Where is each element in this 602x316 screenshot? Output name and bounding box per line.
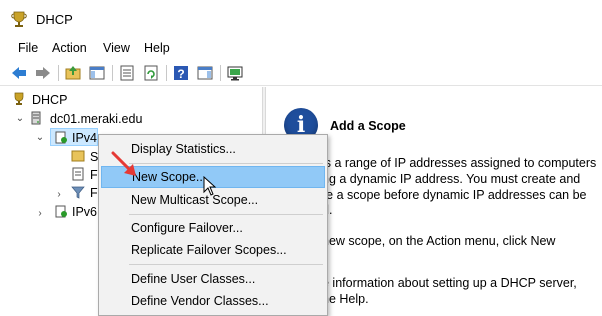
instruction-line: new scope, on the Action menu, click New [322,234,556,248]
help-info-line: e information about setting up a DHCP se… [322,276,577,290]
menu-bar: File Action View Help [0,36,602,60]
show-hide-tree-icon[interactable] [88,64,106,82]
add-scope-heading: Add a Scope [330,119,406,133]
menu-item-replicate-failover-scopes[interactable]: Replicate Failover Scopes... [101,239,325,261]
dhcp-trophy-icon [14,92,24,105]
help-info-line: he Help. [322,292,369,306]
menu-file[interactable]: File [18,41,38,55]
forward-arrow-icon[interactable] [34,64,52,82]
description-line: ng a dynamic IP address. You must create… [322,172,581,186]
window-title: DHCP [36,12,73,27]
title-bar: DHCP [0,0,602,36]
policies-icon [72,167,84,181]
menu-separator [129,214,323,215]
collapse-chevron-icon[interactable]: ⌄ [35,132,45,143]
monitor-icon[interactable] [226,64,244,82]
server-options-icon [71,150,85,162]
properties-icon[interactable] [118,64,136,82]
description-line: re a scope before dynamic IP addresses c… [322,188,587,202]
tree-item-ipv6[interactable]: IPv6 [72,203,97,221]
menu-separator [129,264,323,265]
description-line: is a range of IP addresses assigned to c… [322,156,597,170]
back-arrow-icon[interactable] [10,64,28,82]
tree-item-dhcp[interactable]: DHCP [32,91,67,109]
expand-chevron-icon[interactable]: › [54,189,64,200]
menu-separator [129,163,323,164]
menu-item-define-vendor-classes[interactable]: Define Vendor Classes... [101,290,325,312]
expand-chevron-icon[interactable]: › [35,208,45,219]
help-icon[interactable]: ? [172,64,190,82]
ipv4-node-icon [55,131,67,144]
ipv6-node-icon [55,205,67,218]
toolbar: ? [0,60,602,86]
refresh-icon[interactable] [142,64,160,82]
menu-help[interactable]: Help [144,41,170,55]
tree-item-filters[interactable]: F [90,184,98,202]
tree-item-server[interactable]: dc01.meraki.edu [50,110,142,128]
collapse-chevron-icon[interactable]: ⌄ [15,113,25,124]
server-icon [31,111,41,125]
menu-item-define-user-classes[interactable]: Define User Classes... [101,268,325,290]
tree-item-policies[interactable]: F [90,166,98,184]
filters-icon [71,186,85,199]
mouse-pointer-icon [203,176,217,196]
dhcp-trophy-icon [11,11,27,27]
menu-view[interactable]: View [103,41,130,55]
svg-text:?: ? [177,67,184,81]
annotation-arrow-icon [111,151,136,176]
menu-action[interactable]: Action [52,41,87,55]
action-pane-icon[interactable] [196,64,214,82]
tree-item-ipv4[interactable]: IPv4 [72,129,97,147]
up-folder-icon[interactable] [64,64,82,82]
menu-item-configure-failover[interactable]: Configure Failover... [101,217,325,239]
